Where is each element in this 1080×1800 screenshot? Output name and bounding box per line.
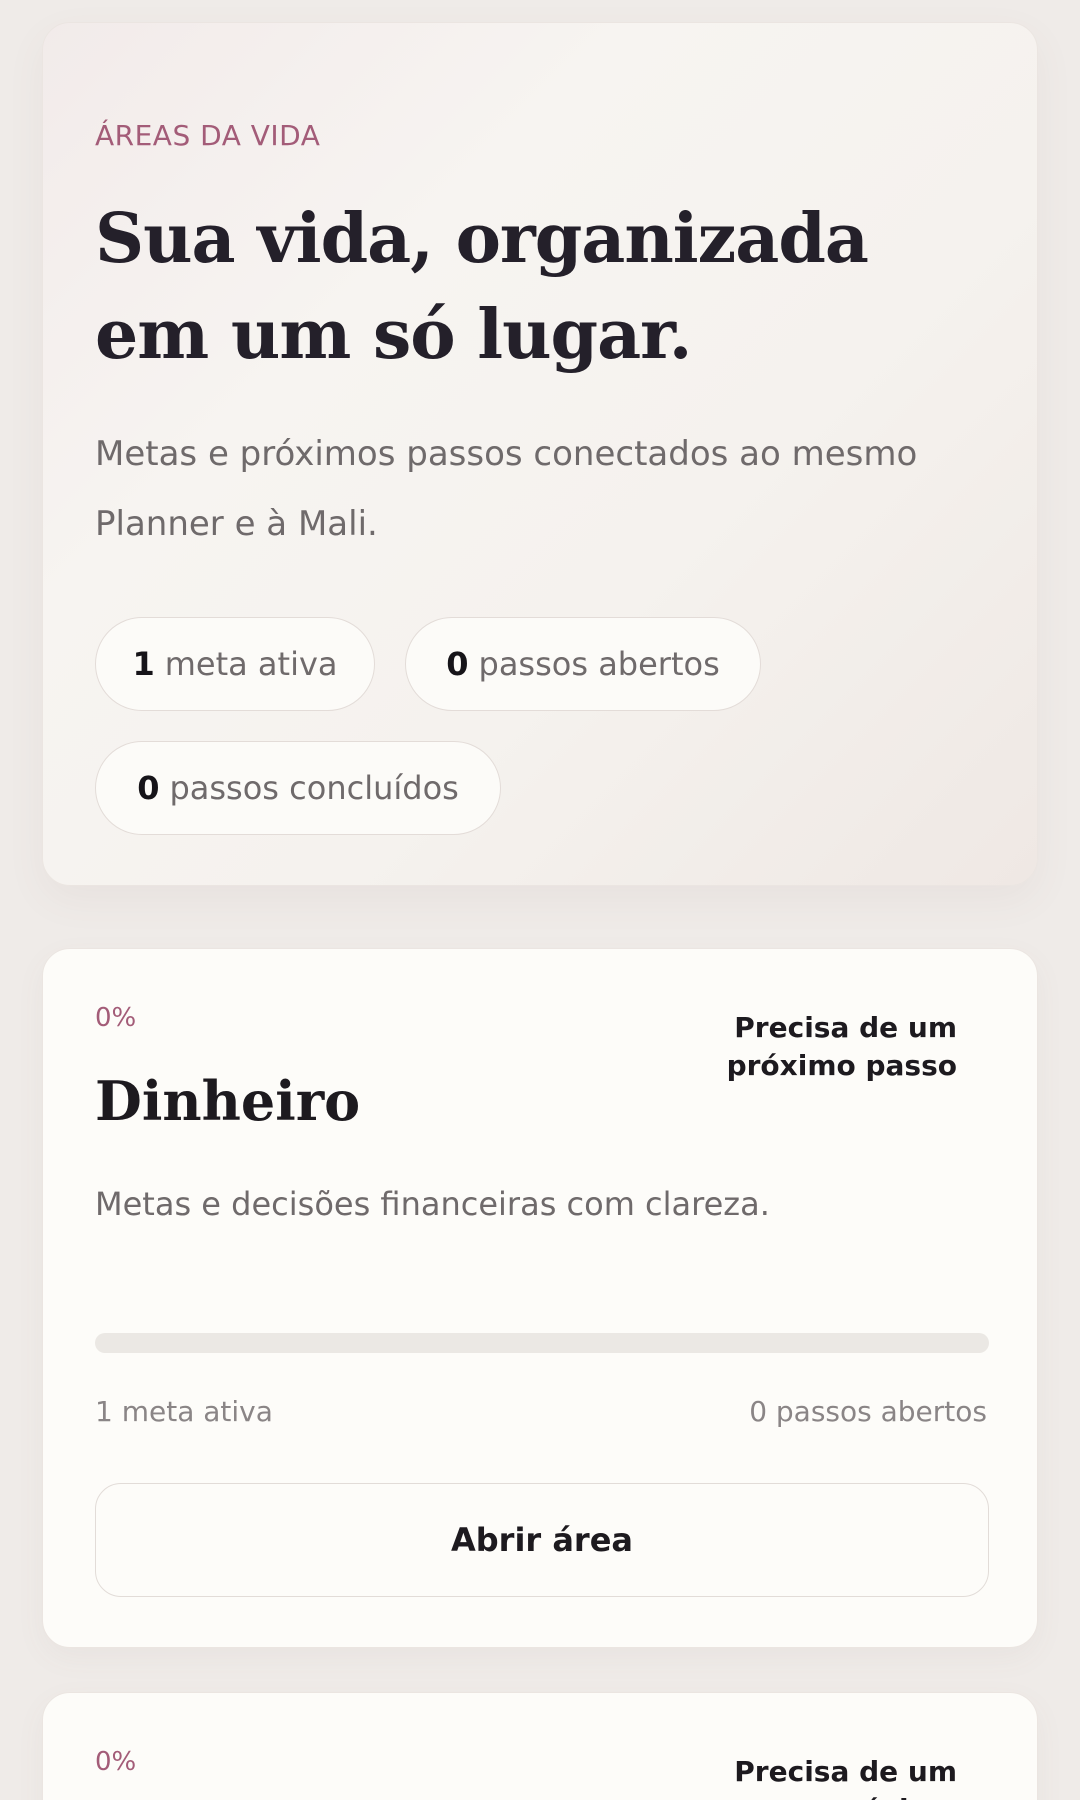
area-open-steps: 0 passos abertos [749, 1395, 987, 1428]
page-subtitle: Metas e próximos passos conectados ao me… [95, 434, 918, 544]
stat-label: passos abertos [478, 645, 720, 683]
stat-value: 0 [137, 769, 160, 807]
stat-active-goals: 1 meta ativa [95, 617, 375, 711]
area-progress-percent: 0% [95, 1003, 137, 1033]
area-status-label: Precisa de um próximo passo [726, 1011, 957, 1082]
area-progress-percent: 0% [95, 1747, 137, 1777]
stat-label: meta ativa [164, 645, 338, 683]
page-title: Sua vida, organizada em um só lugar. [95, 199, 869, 375]
stat-value: 1 [132, 645, 155, 683]
section-eyebrow: ÁREAS DA VIDA [95, 119, 321, 152]
areas-hero-card: ÁREAS DA VIDA Sua vida, organizada em um… [42, 22, 1038, 886]
stat-label: passos concluídos [169, 769, 459, 807]
stat-completed-steps: 0 passos concluídos [95, 741, 501, 835]
area-card-dinheiro: 0% Precisa de um próximo passo Dinheiro … [42, 948, 1038, 1648]
open-area-button[interactable]: Abrir área [95, 1483, 989, 1597]
stat-value: 0 [446, 645, 469, 683]
area-progress-bar [95, 1333, 989, 1353]
stat-open-steps: 0 passos abertos [405, 617, 761, 711]
area-card-next: 0% Precisa de um próximo [42, 1692, 1038, 1800]
area-description: Metas e decisões financeiras com clareza… [95, 1185, 770, 1223]
area-title: Dinheiro [95, 1069, 361, 1133]
area-active-goals: 1 meta ativa [95, 1395, 273, 1428]
area-status-label: Precisa de um próximo [734, 1755, 957, 1800]
